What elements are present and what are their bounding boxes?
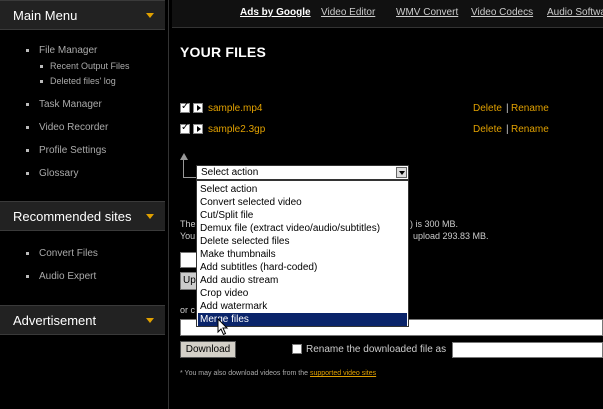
play-icon[interactable]: [193, 124, 203, 134]
audio-software-link[interactable]: Audio Software: [547, 7, 603, 18]
top-links-bar: [172, 0, 603, 28]
option-merge-highlighted[interactable]: Merge files: [198, 313, 407, 326]
option-convert[interactable]: Convert selected video: [198, 196, 407, 209]
option-subtitles[interactable]: Add subtitles (hard-coded): [198, 261, 407, 274]
rename-label: Rename the downloaded file as: [306, 344, 447, 355]
connector-line: [183, 160, 184, 178]
or-text: or c: [180, 305, 196, 315]
separator: |: [506, 124, 509, 135]
page-title: YOUR FILES: [180, 44, 267, 60]
max-size-text-end: ) is 300 MB.: [410, 219, 459, 229]
sidebar-item-label: Convert Files: [39, 248, 98, 259]
sidebar-item-label: Glossary: [39, 168, 79, 179]
sidebar-item-recent-output[interactable]: Recent Output Files: [40, 61, 130, 71]
upload-limit-text: You: [180, 231, 196, 241]
sidebar-item-label: Task Manager: [39, 99, 102, 110]
sidebar-item-label: Video Recorder: [39, 122, 109, 133]
arrow-up-icon: [180, 153, 188, 160]
dropdown-arrow-icon[interactable]: [396, 167, 407, 178]
sidebar-item-label: Recent Output Files: [50, 61, 130, 71]
wmv-convert-link[interactable]: WMV Convert: [396, 7, 458, 18]
separator: |: [506, 103, 509, 114]
sidebar-item-file-manager[interactable]: File Manager: [26, 45, 97, 56]
bullet-icon: [26, 48, 29, 52]
file-checkbox[interactable]: [180, 101, 190, 113]
advertisement-header[interactable]: Advertisement: [0, 305, 165, 335]
upload-limit-text-end: upload 293.83 MB.: [413, 231, 489, 241]
file-name[interactable]: sample.mp4: [208, 103, 262, 114]
sidebar-item-label: File Manager: [39, 45, 98, 56]
video-editor-link[interactable]: Video Editor: [321, 7, 375, 18]
sidebar-item-video-recorder[interactable]: Video Recorder: [26, 122, 108, 133]
mouse-cursor-icon: [217, 318, 229, 336]
action-dropdown-list: Select action Convert selected video Cut…: [196, 180, 409, 327]
play-icon[interactable]: [193, 103, 203, 113]
supported-video-sites-link[interactable]: supported video sites: [310, 370, 376, 377]
sidebar-item-profile-settings[interactable]: Profile Settings: [26, 145, 106, 156]
recommended-sites-header[interactable]: Recommended sites: [0, 201, 165, 231]
bullet-icon: [26, 102, 29, 106]
rename-input[interactable]: [452, 342, 603, 358]
supported-sites-note: * You may also download videos from the …: [180, 370, 376, 377]
bullet-icon: [26, 148, 29, 152]
bullet-icon: [26, 274, 29, 278]
connector-line: [183, 177, 197, 178]
option-cut-split[interactable]: Cut/Split file: [198, 209, 407, 222]
bullet-icon: [26, 171, 29, 175]
chevron-down-icon: [146, 318, 154, 323]
option-delete[interactable]: Delete selected files: [198, 235, 407, 248]
main-menu-label: Main Menu: [13, 8, 78, 23]
note-text: You may also download videos from the: [184, 370, 309, 377]
file-checkbox[interactable]: [180, 122, 190, 134]
sidebar-item-audio-expert[interactable]: Audio Expert: [26, 271, 96, 282]
sidebar-item-task-manager[interactable]: Task Manager: [26, 99, 102, 110]
video-codecs-link[interactable]: Video Codecs: [471, 7, 533, 18]
rename-checkbox[interactable]: [292, 344, 302, 354]
delete-link[interactable]: Delete: [473, 124, 502, 135]
action-select[interactable]: Select action: [196, 165, 409, 180]
chevron-down-icon: [146, 214, 154, 219]
option-watermark[interactable]: Add watermark: [198, 300, 407, 313]
chevron-down-icon: [146, 13, 154, 18]
sidebar-item-label: Deleted files' log: [50, 76, 116, 86]
max-size-text: The: [180, 219, 196, 229]
select-value: Select action: [201, 167, 259, 178]
option-crop[interactable]: Crop video: [198, 287, 407, 300]
bullet-icon: [40, 65, 43, 69]
sidebar-item-deleted-log[interactable]: Deleted files' log: [40, 76, 116, 86]
main-menu-header[interactable]: Main Menu: [0, 0, 165, 30]
rename-link[interactable]: Rename: [511, 124, 549, 135]
bullet-icon: [26, 251, 29, 255]
rename-link[interactable]: Rename: [511, 103, 549, 114]
download-button[interactable]: Download: [180, 341, 236, 358]
recommended-sites-label: Recommended sites: [13, 209, 132, 224]
bullet-icon: [26, 125, 29, 129]
option-demux[interactable]: Demux file (extract video/audio/subtitle…: [198, 222, 407, 235]
delete-link[interactable]: Delete: [473, 103, 502, 114]
file-name[interactable]: sample2.3gp: [208, 124, 265, 135]
bullet-icon: [40, 80, 43, 84]
sidebar: Main Menu File Manager Recent Output Fil…: [0, 0, 169, 409]
sidebar-item-convert-files[interactable]: Convert Files: [26, 248, 98, 259]
ads-by-google-link[interactable]: Ads by Google: [240, 7, 311, 18]
sidebar-item-label: Audio Expert: [39, 271, 97, 282]
advertisement-label: Advertisement: [13, 313, 97, 328]
option-thumbnails[interactable]: Make thumbnails: [198, 248, 407, 261]
sidebar-item-glossary[interactable]: Glossary: [26, 168, 78, 179]
sidebar-item-label: Profile Settings: [39, 145, 107, 156]
option-select-action[interactable]: Select action: [198, 183, 407, 196]
option-audio-stream[interactable]: Add audio stream: [198, 274, 407, 287]
